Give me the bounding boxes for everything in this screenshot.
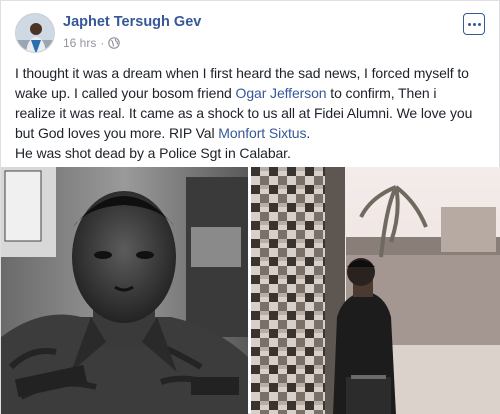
photo-grid: [1, 167, 500, 414]
post-meta: 16 hrs ·: [63, 36, 121, 50]
post-text-line: I thought it was a dream when I first he…: [15, 65, 469, 81]
mention-link-ogar-jefferson[interactable]: Ogar Jefferson: [236, 85, 327, 101]
photo-soldier-portrait[interactable]: [1, 167, 248, 414]
author-name[interactable]: Japhet Tersugh Gev: [63, 14, 201, 30]
avatar-image: [16, 14, 54, 52]
globe-icon: [108, 37, 121, 49]
meta-separator: ·: [100, 36, 105, 50]
more-options-icon[interactable]: [463, 13, 485, 35]
post-header: Japhet Tersugh Gev 16 hrs ·: [15, 13, 485, 53]
post-text-line: but God loves you more. RIP Val Monfort …: [15, 123, 491, 143]
post-body: I thought it was a dream when I first he…: [15, 63, 491, 163]
post-text-segment: to confirm, Then i: [326, 85, 437, 101]
mention-link-monfort-sixtus[interactable]: Monfort Sixtus: [218, 125, 306, 141]
post-text-line: wake up. I called your bosom friend Ogar…: [15, 83, 491, 103]
facebook-post: Japhet Tersugh Gev 16 hrs · I thought it…: [0, 0, 500, 414]
post-text-segment: but God loves you more. RIP Val: [15, 125, 219, 141]
post-text-segment: .: [306, 125, 311, 141]
post-text-line: He was shot dead by a Police Sgt in Cala…: [15, 145, 291, 161]
post-text-segment: wake up. I called your bosom friend: [15, 85, 236, 101]
author-avatar[interactable]: [15, 13, 55, 53]
post-timestamp[interactable]: 16 hrs: [63, 36, 96, 50]
photo-man-standing-by-wall[interactable]: [251, 167, 500, 414]
post-text-line: realize it was real. It came as a shock …: [15, 105, 473, 121]
